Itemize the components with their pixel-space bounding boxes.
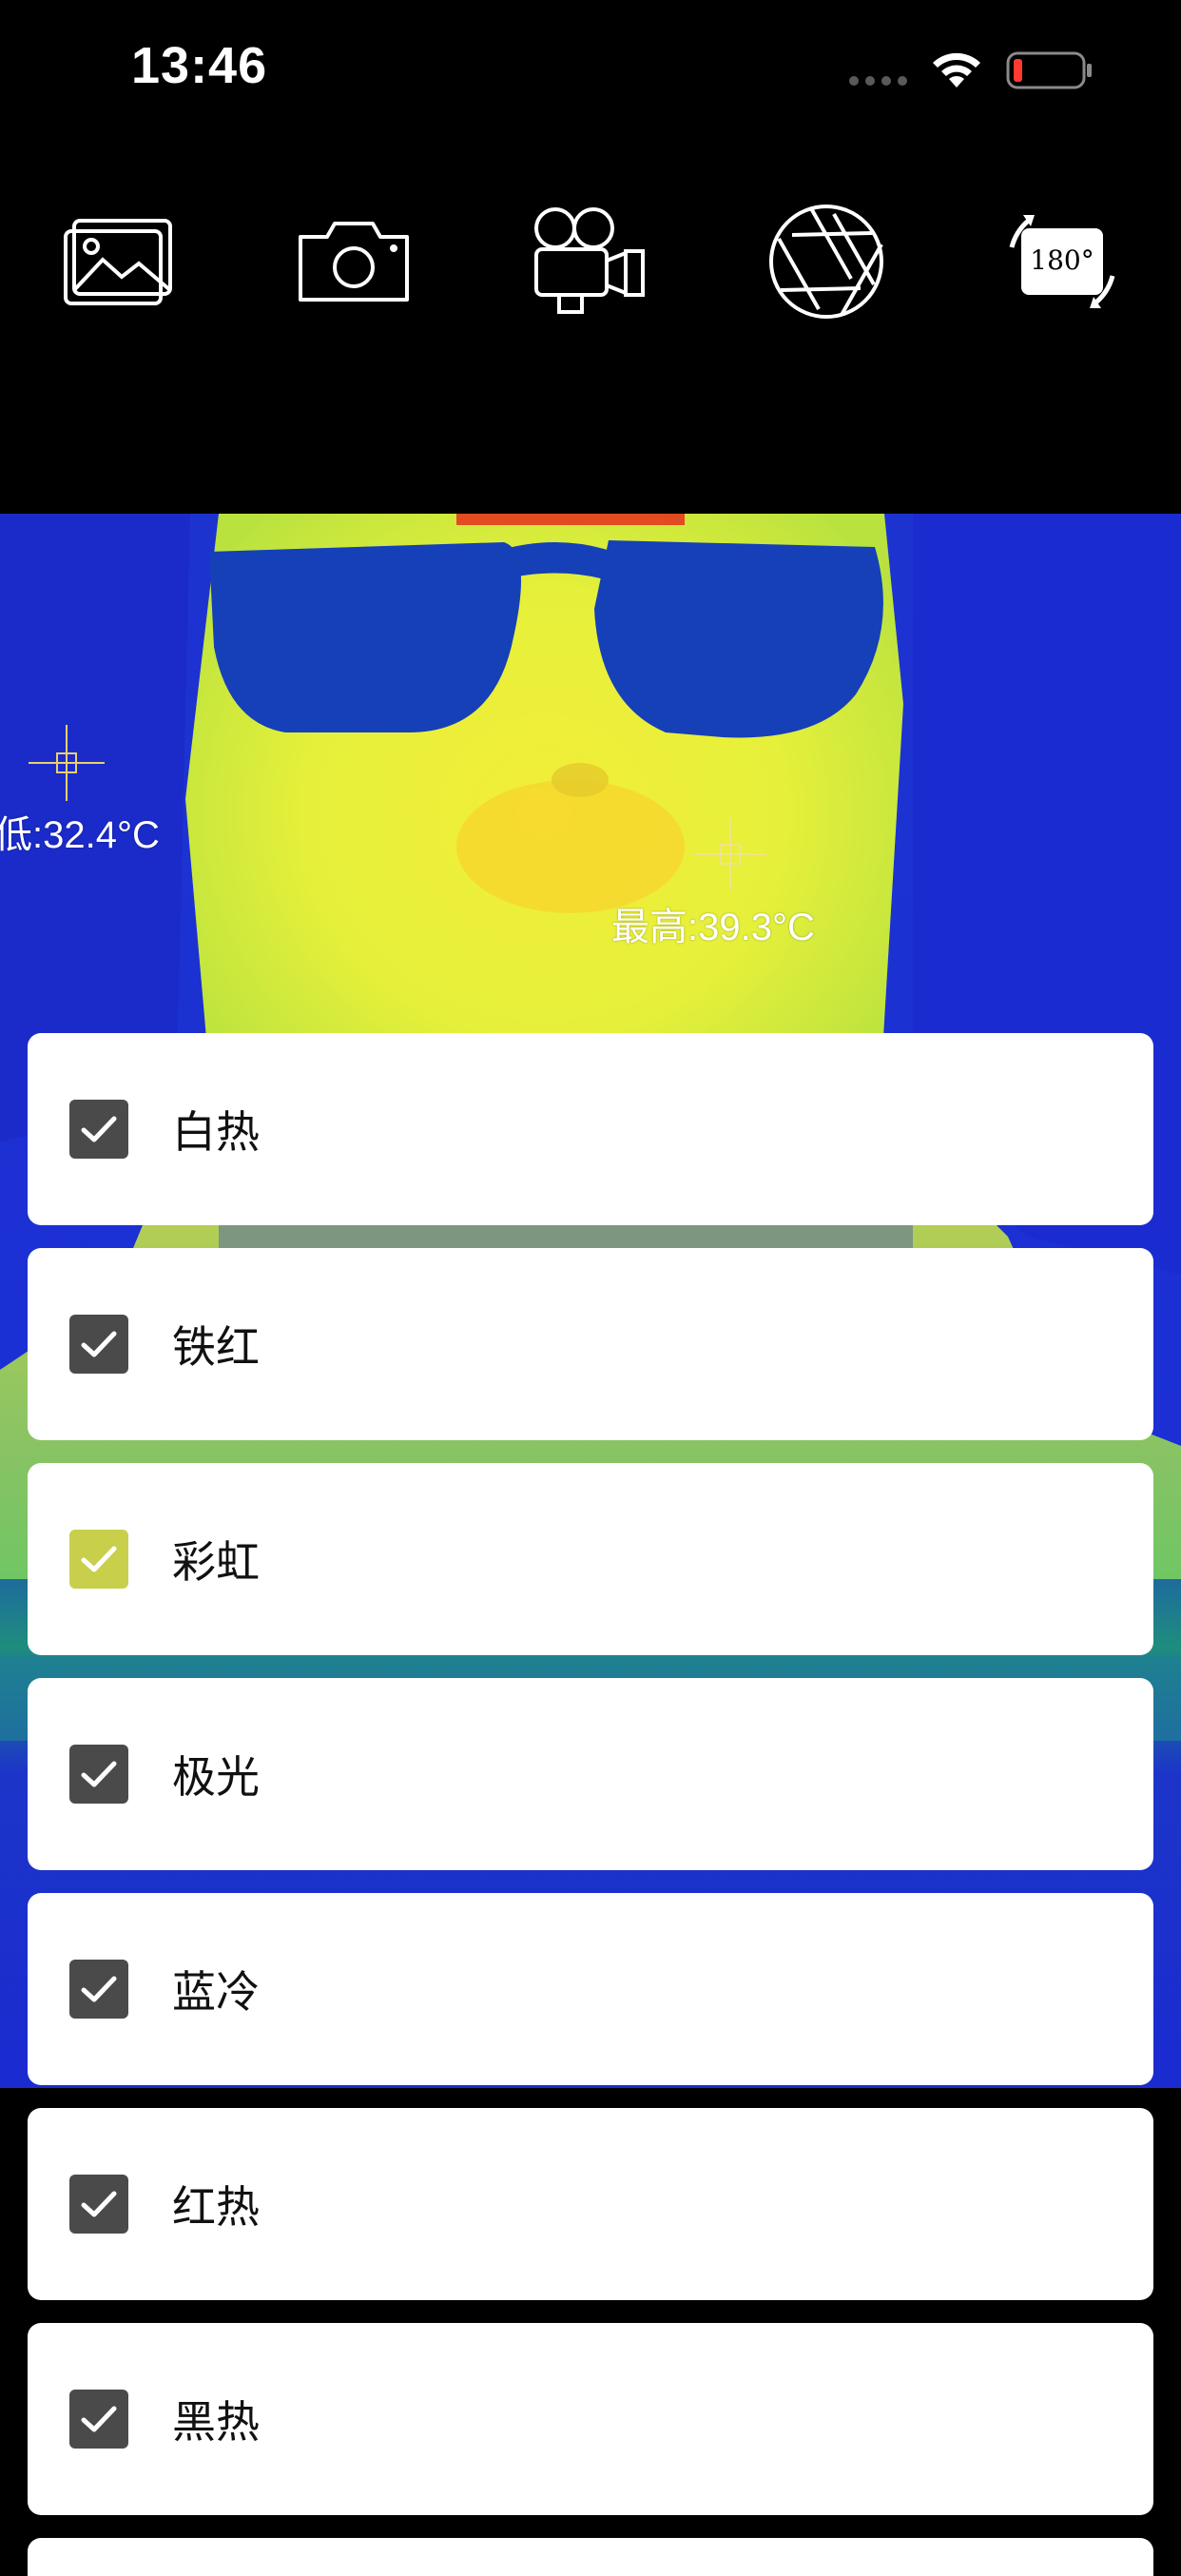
checkbox[interactable] xyxy=(69,2390,128,2449)
palette-label: 极光 xyxy=(172,1751,260,1803)
checkmark-icon xyxy=(81,1331,117,1357)
palette-label: 黑热 xyxy=(172,2396,260,2448)
checkbox[interactable] xyxy=(69,1745,128,1804)
checkmark-icon xyxy=(81,1116,117,1142)
checkbox-selected[interactable] xyxy=(69,1530,128,1589)
palette-item-white-hot[interactable]: 白热 xyxy=(28,1033,1153,1225)
checkmark-icon xyxy=(81,1761,117,1787)
cellular-signal-icon xyxy=(849,76,907,86)
palette-label: 铁红 xyxy=(172,1321,260,1373)
checkmark-icon xyxy=(81,2191,117,2217)
min-temp-crosshair xyxy=(29,725,105,801)
max-temp-crosshair xyxy=(694,818,766,890)
palette-item-rainbow[interactable]: 彩虹 xyxy=(28,1463,1153,1655)
rotate-180-button[interactable]: 180° xyxy=(991,181,1133,342)
palette-item-black-hot[interactable]: 黑热 xyxy=(28,2323,1153,2515)
checkmark-icon xyxy=(81,1976,117,2002)
min-temp-label: 低:32.4°C xyxy=(0,814,160,856)
checkmark-icon xyxy=(81,2406,117,2432)
camera-button[interactable] xyxy=(282,181,425,342)
checkbox[interactable] xyxy=(69,1315,128,1374)
toolbar: 180° xyxy=(0,181,1181,342)
checkbox[interactable] xyxy=(69,1960,128,2019)
shutter-button[interactable] xyxy=(755,181,898,342)
camera-icon xyxy=(299,222,409,302)
battery-icon xyxy=(1006,51,1092,89)
status-bar: 13:46 xyxy=(0,0,1181,143)
aperture-icon xyxy=(769,205,883,319)
rotate-180-icon: 180° xyxy=(1009,215,1115,308)
status-time: 13:46 xyxy=(131,37,268,94)
gallery-icon xyxy=(64,219,172,305)
palette-item-aurora[interactable]: 极光 xyxy=(28,1678,1153,1870)
checkbox[interactable] xyxy=(69,2175,128,2234)
palette-item-red-hot[interactable]: 红热 xyxy=(28,2108,1153,2300)
checkmark-icon xyxy=(81,1546,117,1572)
palette-label: 红热 xyxy=(172,2181,260,2233)
palette-item-partial[interactable] xyxy=(28,2538,1153,2576)
video-record-button[interactable] xyxy=(518,181,661,342)
max-temp-label: 最高:39.3°C xyxy=(611,907,815,948)
palette-label: 蓝冷 xyxy=(172,1966,260,2018)
gallery-button[interactable] xyxy=(47,181,189,342)
checkbox[interactable] xyxy=(69,1100,128,1159)
video-camera-icon xyxy=(534,207,645,314)
palette-label: 白热 xyxy=(172,1106,260,1158)
palette-item-blue-cold[interactable]: 蓝冷 xyxy=(28,1893,1153,2085)
palette-item-iron-red[interactable]: 铁红 xyxy=(28,1248,1153,1440)
rotate-180-text: 180° xyxy=(1030,244,1094,276)
palette-label: 彩虹 xyxy=(172,1536,260,1588)
wifi-icon xyxy=(933,52,980,88)
